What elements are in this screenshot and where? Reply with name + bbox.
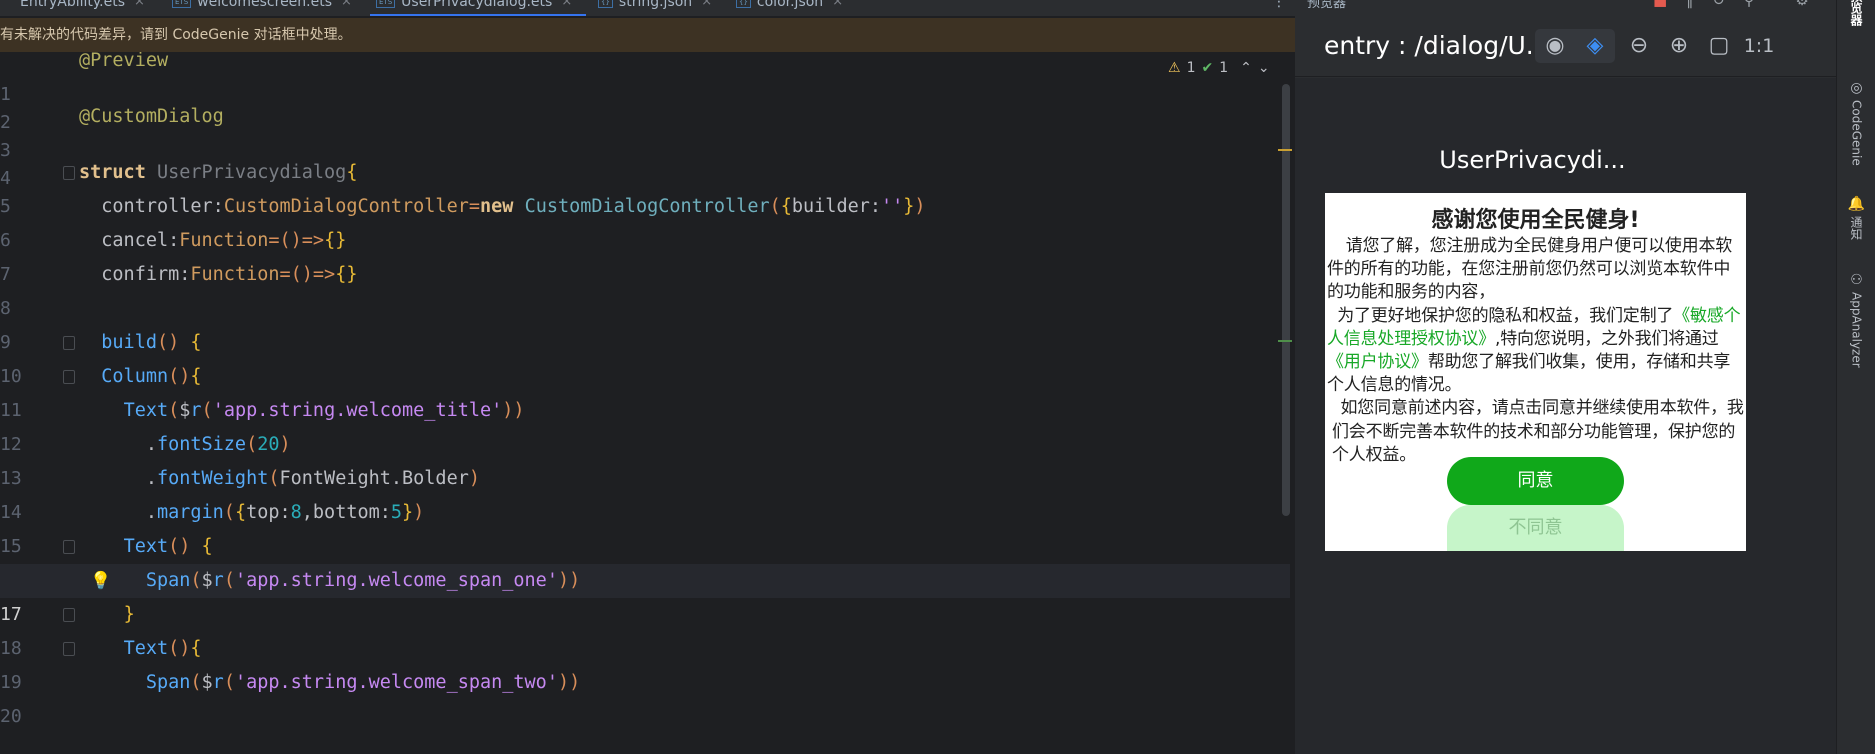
previewer-header: 预览器 ■ ∥ ↻ ⚲ ⚙ – (1295, 0, 1836, 27)
tab-welcomescreen[interactable]: ETS welcomescreen.ets × (150, 0, 375, 16)
right-tool-strip: 预览器 ◎ CodeGenie 🔔 通知 ⚇ AppAnalyzer (1836, 0, 1875, 754)
device-page-title: UserPrivacydi... (1439, 146, 1626, 174)
tab-string-json[interactable]: {} string.json × (586, 0, 722, 16)
code-line: 9 (0, 292, 1290, 353)
code-diff-notice: 有未解决的代码差异，请到 CodeGenie 对话框中处理。 (0, 18, 1295, 52)
stop-icon[interactable]: ■ (1653, 0, 1667, 9)
editor-tab-bar: EntryAbility.ets × ETS welcomescreen.ets… (0, 0, 1295, 17)
line-number: 20 (0, 706, 22, 727)
route-label: entry : /dialog/U... (1324, 31, 1550, 60)
tab-userprivacydialog[interactable]: ETS UserPrivacydialog.ets × (370, 0, 586, 16)
actual-size-button[interactable]: 1:1 (1742, 29, 1776, 63)
close-icon[interactable]: × (701, 0, 712, 8)
code-line: 13 .fontSize(20) (0, 428, 1290, 489)
tab-entryability[interactable]: EntryAbility.ets × (0, 0, 150, 16)
code-line: 10 build() { (0, 326, 1290, 387)
inspect-icon[interactable]: ◉ (1538, 29, 1572, 63)
zoom-out-icon[interactable]: ⊖ (1622, 29, 1656, 63)
code-line: 19 Text(){ (0, 632, 1290, 693)
dialog-title: 感谢您使用全民健身! (1431, 208, 1640, 233)
close-icon[interactable]: × (561, 0, 572, 8)
fold-icon[interactable] (63, 166, 75, 180)
json-file-icon: {} (598, 0, 613, 8)
fold-icon[interactable] (63, 642, 75, 656)
code-line: 16 Text() { (0, 530, 1290, 591)
pause-icon[interactable]: ∥ (1686, 0, 1694, 9)
json-file-icon: {} (736, 0, 751, 8)
code-line: 14 .fontWeight(FontWeight.Bolder) (0, 462, 1290, 523)
more-tabs-icon[interactable]: ⋮ (1272, 0, 1286, 10)
fold-icon[interactable] (63, 336, 75, 350)
code-line-current: 17 💡 Span($r('app.string.welcome_span_on… (0, 564, 1290, 625)
fold-icon[interactable] (63, 540, 75, 554)
ets-file-icon: ETS (172, 0, 192, 8)
strip-item-codegenie[interactable]: ◎ CodeGenie (1837, 80, 1875, 166)
dialog-body: 请您了解，您注册成为全民健身用户便可以使用本软件的所有的功能，在您注册前您仍然可… (1327, 235, 1745, 467)
strip-item-appanalyzer[interactable]: ⚇ AppAnalyzer (1837, 272, 1875, 368)
user-agreement-link[interactable]: 《用户协议》 (1327, 352, 1428, 372)
zoom-in-icon[interactable]: ⊕ (1662, 29, 1696, 63)
previewer-panel: 预览器 ■ ∥ ↻ ⚲ ⚙ – entry : /dialog/U... ◉ ◈… (1295, 0, 1836, 754)
code-line: 6 controller:CustomDialogController=new … (0, 190, 1290, 251)
code-line: 8 confirm:Function=()=>{} (0, 258, 1290, 319)
bell-icon: 🔔 (1847, 196, 1866, 212)
fold-icon[interactable] (63, 608, 75, 622)
close-icon[interactable]: × (134, 0, 145, 8)
change-marker[interactable] (1278, 340, 1292, 342)
warning-marker[interactable] (1278, 149, 1292, 151)
strip-item-previewer[interactable]: 预览器 (1837, 0, 1875, 26)
ide-window: EntryAbility.ets × ETS welcomescreen.ets… (0, 0, 1875, 754)
disagree-button[interactable]: 不同意 (1447, 505, 1624, 551)
layers-icon[interactable]: ◈ (1578, 29, 1612, 63)
dialog-paragraph-1: 请您了解，您注册成为全民健身用户便可以使用本软件的所有的功能，在您注册前您仍然可… (1327, 236, 1733, 303)
refresh-icon[interactable]: ↻ (1712, 0, 1725, 9)
code-line: 20 Span($r('app.string.welcome_span_two'… (0, 666, 1290, 727)
strip-item-notifications[interactable]: 🔔 通知 (1837, 196, 1875, 240)
dialog-paragraph-2: 为了更好地保护您的隐私和权益，我们定制了《敏感个人信息处理授权协议》,特向您说明… (1327, 305, 1741, 396)
code-line: 15 .margin({top:8,bottom:5}) (0, 496, 1290, 557)
app-analyzer-icon: ⚇ (1850, 272, 1863, 288)
codegenie-icon: ◎ (1850, 80, 1863, 96)
code-line: 5 struct UserPrivacydialog{ (0, 156, 1290, 217)
close-icon[interactable]: × (341, 0, 352, 8)
fold-icon[interactable] (63, 370, 75, 384)
tab-color-json[interactable]: {} color.json × (722, 0, 872, 16)
code-editor[interactable]: ⚠ 1 ✔ 1 ⌃ ⌄ 1 @Preview 2 3 @CustomDialog… (0, 52, 1295, 754)
code-line: 7 cancel:Function=()=>{} (0, 224, 1290, 285)
code-line: 11 Column(){ (0, 360, 1290, 421)
privacy-dialog: 感谢您使用全民健身! 请您了解，您注册成为全民健身用户便可以使用本软件的所有的功… (1325, 193, 1746, 551)
code-line: 12 Text($r('app.string.welcome_title')) (0, 394, 1290, 455)
pin-icon[interactable]: ⚲ (1744, 0, 1755, 9)
previewer-toolbar: entry : /dialog/U... ◉ ◈ ⊖ ⊕ ▢ 1:1 (1295, 17, 1836, 77)
code-line: 18 } (0, 598, 1290, 659)
settings-icon[interactable]: ⚙ (1795, 0, 1808, 9)
fit-screen-icon[interactable]: ▢ (1702, 29, 1736, 63)
ets-file-icon: ETS (376, 0, 396, 8)
device-canvas: UserPrivacydi... 感谢您使用全民健身! 请您了解，您注册成为全民… (1295, 78, 1836, 754)
agree-button[interactable]: 同意 (1447, 457, 1624, 505)
close-icon[interactable]: × (832, 0, 843, 8)
